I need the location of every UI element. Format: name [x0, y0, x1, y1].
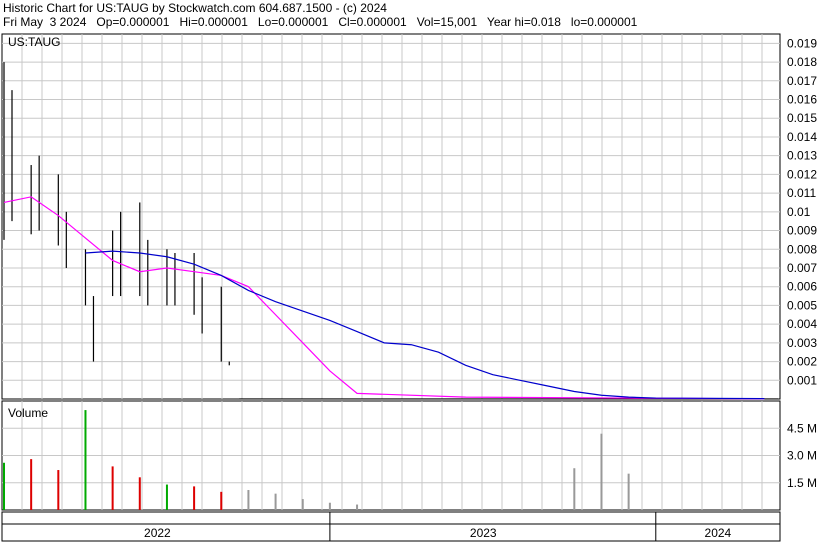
- price-tick-label: 0.006: [787, 280, 817, 294]
- price-tick-label: 0.002: [787, 355, 817, 369]
- time-axis-band: [1, 511, 781, 525]
- price-tick-label: 0.01: [787, 205, 811, 219]
- volume-bar: [84, 410, 87, 510]
- volume-bar: [301, 499, 304, 510]
- price-tick-label: 0.012: [787, 167, 817, 181]
- volume-bar: [30, 459, 33, 510]
- volume-bar: [3, 462, 5, 510]
- volume-bar: [328, 502, 331, 510]
- volume-bar: [165, 484, 168, 510]
- volume-label: Volume: [8, 406, 48, 420]
- volume-axis: 4.5 M 3.0 M 1.5 M: [787, 421, 817, 490]
- price-tick-label: 0.019: [787, 36, 817, 50]
- volume-bar: [356, 504, 359, 510]
- chart-frame: Historic Chart for US:TAUG by Stockwatch…: [0, 0, 830, 543]
- volume-bar: [193, 486, 196, 510]
- time-axis: 2022 2023 2024: [1, 511, 781, 542]
- price-tick-label: 0.005: [787, 298, 817, 312]
- price-plot-area: [1, 33, 781, 400]
- price-tick-label: 0.009: [787, 224, 817, 238]
- year-label: 2024: [705, 526, 732, 540]
- volume-bar: [247, 490, 250, 510]
- volume-bar: [274, 493, 277, 510]
- year-band: [1, 523, 781, 542]
- price-tick-label: 0.017: [787, 74, 817, 88]
- year-label: 2023: [470, 526, 497, 540]
- volume-bar: [600, 433, 603, 510]
- price-tick-label: 0.008: [787, 242, 817, 256]
- price-tick-label: 0.003: [787, 336, 817, 350]
- price-axis: 0.019 0.018 0.017 0.016 0.015 0.014 0.013 0.012…: [787, 36, 817, 387]
- price-tick-label: 0.015: [787, 111, 817, 125]
- price-tick-label: 0.013: [787, 149, 817, 163]
- volume-bar: [573, 468, 576, 510]
- price-panel: 0.019 0.018 0.017 0.016 0.015 0.014 0.013 0.012…: [1, 33, 817, 400]
- volume-tick-label: 4.5 M: [787, 421, 817, 435]
- volume-bar: [138, 477, 141, 510]
- price-tick-label: 0.011: [787, 186, 816, 200]
- volume-bar: [111, 466, 114, 510]
- symbol-label: US:TAUG: [8, 35, 60, 49]
- volume-tick-label: 3.0 M: [787, 449, 817, 463]
- volume-panel: 4.5 M 3.0 M 1.5 M Volume: [1, 400, 817, 511]
- price-tick-label: 0.016: [787, 93, 817, 107]
- price-tick-label: 0.004: [787, 317, 817, 331]
- volume-bar: [220, 491, 223, 510]
- price-tick-label: 0.007: [787, 261, 817, 275]
- price-tick-label: 0.014: [787, 130, 817, 144]
- price-tick-label: 0.001: [787, 373, 817, 387]
- volume-bar: [57, 470, 60, 510]
- volume-bar: [627, 473, 630, 510]
- volume-tick-label: 1.5 M: [787, 476, 817, 490]
- chart-canvas: 0.0190.0180.0170.0160.0150.0140.0130.012…: [1, 33, 817, 542]
- year-label: 2022: [144, 526, 171, 540]
- price-tick-label: 0.018: [787, 55, 817, 69]
